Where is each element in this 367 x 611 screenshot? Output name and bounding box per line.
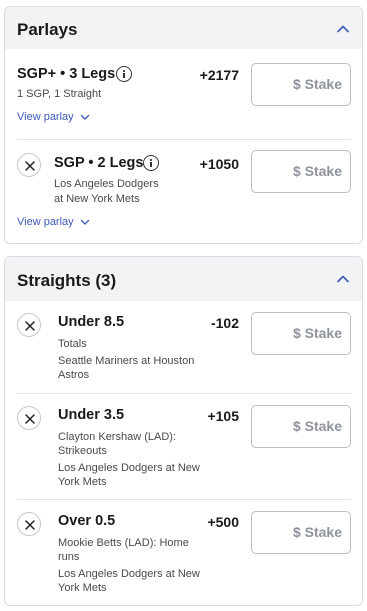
- straights-card: Straights (3) Under 8.5 Totals Seattle M…: [4, 256, 363, 606]
- view-parlay-link[interactable]: View parlay: [17, 111, 90, 123]
- parlays-title: Parlays: [17, 20, 78, 39]
- parlays-header[interactable]: Parlays: [5, 7, 362, 49]
- chevron-down-icon: [80, 219, 89, 225]
- info-icon[interactable]: [143, 155, 159, 171]
- stake-input[interactable]: $ Stake: [251, 312, 351, 355]
- bet-market: Totals: [58, 338, 87, 350]
- bet-market-line2: runs: [58, 551, 80, 563]
- bet-title: Under 3.5: [58, 407, 125, 423]
- divider: [17, 139, 351, 140]
- bet-market-line1: Clayton Kershaw (LAD):: [58, 431, 176, 443]
- bet-event-line1: Los Angeles Dodgers at New: [58, 462, 200, 474]
- bet-event-line2: Astros: [58, 369, 90, 381]
- parlay-title: SGP • 2 Legs: [54, 155, 144, 171]
- bet-event-line2: York Mets: [58, 582, 107, 594]
- bet-odds: +105: [207, 408, 239, 424]
- straights-header[interactable]: Straights (3): [5, 257, 362, 301]
- bet-market-line2: Strikeouts: [58, 445, 107, 457]
- parlay-detail-line1: Los Angeles Dodgers: [54, 178, 159, 190]
- bet-title: Over 0.5: [58, 513, 116, 529]
- stake-input[interactable]: $ Stake: [251, 511, 351, 554]
- parlay-detail: 1 SGP, 1 Straight: [17, 88, 102, 100]
- chevron-down-icon: [80, 114, 89, 120]
- parlay-odds: +2177: [199, 67, 239, 83]
- chevron-up-icon[interactable]: [336, 272, 350, 286]
- divider: [17, 393, 351, 394]
- bet-title: Under 8.5: [58, 314, 125, 330]
- bet-odds: -102: [210, 315, 239, 331]
- remove-button[interactable]: [17, 512, 41, 536]
- info-icon[interactable]: [116, 66, 132, 82]
- close-icon: [25, 520, 35, 530]
- stake-placeholder: $ Stake: [292, 163, 342, 179]
- remove-button[interactable]: [17, 313, 41, 337]
- straights-title: Straights (3): [17, 271, 117, 290]
- view-parlay-link[interactable]: View parlay: [17, 216, 90, 228]
- view-parlay-label: View parlay: [17, 216, 74, 228]
- stake-placeholder: $ Stake: [292, 524, 342, 540]
- divider: [17, 499, 351, 500]
- parlay-title: SGP+ • 3 Legs: [17, 66, 116, 82]
- bet-event-line1: Los Angeles Dodgers at New: [58, 568, 200, 580]
- bet-event-line1: Seattle Mariners at Houston: [58, 355, 195, 367]
- stake-input[interactable]: $ Stake: [251, 405, 351, 448]
- close-icon: [25, 414, 35, 424]
- stake-placeholder: $ Stake: [292, 76, 342, 92]
- bet-odds: +500: [207, 514, 239, 530]
- close-icon: [25, 161, 35, 171]
- bet-event-line2: York Mets: [58, 476, 107, 488]
- parlay-odds: +1050: [199, 156, 239, 172]
- close-icon: [25, 321, 35, 331]
- view-parlay-label: View parlay: [17, 111, 74, 123]
- remove-button[interactable]: [17, 406, 41, 430]
- remove-button[interactable]: [17, 153, 41, 177]
- chevron-up-icon[interactable]: [336, 22, 350, 36]
- stake-input[interactable]: $ Stake: [251, 63, 351, 106]
- bet-market-line1: Mookie Betts (LAD): Home: [58, 537, 189, 549]
- parlay-detail-line2: at New York Mets: [54, 193, 140, 205]
- parlays-card: Parlays SGP+ • 3 Legs 1 SGP, 1 Straight …: [4, 6, 363, 244]
- stake-placeholder: $ Stake: [292, 325, 342, 341]
- stake-placeholder: $ Stake: [292, 418, 342, 434]
- stake-input[interactable]: $ Stake: [251, 150, 351, 193]
